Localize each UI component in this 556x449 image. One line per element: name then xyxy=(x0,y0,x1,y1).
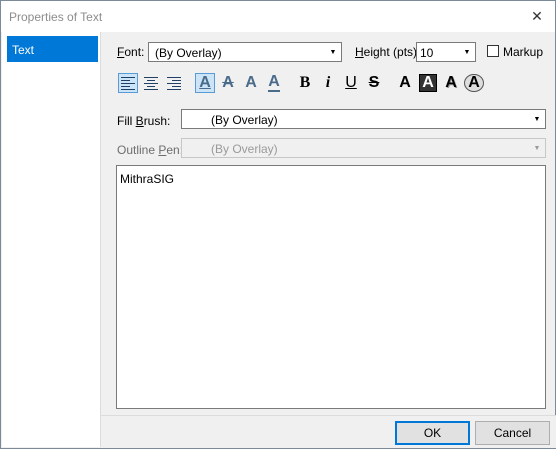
strikethrough-icon: S xyxy=(368,74,380,91)
bold-button[interactable]: B xyxy=(295,73,315,93)
dropdown-arrow-icon[interactable]: ▼ xyxy=(529,139,545,157)
underline-button[interactable]: U xyxy=(341,73,361,93)
outline-pen-value: (By Overlay) xyxy=(211,142,278,156)
italic-icon: i xyxy=(325,74,331,91)
markup-checkbox[interactable] xyxy=(487,45,499,57)
font-dropdown[interactable]: (By Overlay) ▼ xyxy=(148,42,342,62)
align-right-button[interactable] xyxy=(164,73,184,93)
sidebar: Text xyxy=(2,32,101,447)
text-style-underline-icon: A xyxy=(268,73,280,92)
fill-brush-dropdown[interactable]: (By Overlay) ▼ xyxy=(181,109,546,129)
window-title: Properties of Text xyxy=(9,10,103,24)
sidebar-item-text[interactable]: Text xyxy=(7,36,98,62)
outline-pen-dropdown[interactable]: (By Overlay) ▼ xyxy=(181,138,546,158)
text-content-input[interactable]: MithraSIG xyxy=(116,165,546,409)
markup-label: Markup xyxy=(503,45,544,59)
ok-button[interactable]: OK xyxy=(395,421,470,445)
effect-halo-button[interactable]: A xyxy=(464,73,484,93)
height-dropdown[interactable]: 10 ▼ xyxy=(416,42,476,62)
cancel-button[interactable]: Cancel xyxy=(475,421,550,445)
outline-pen-label: Outline Pen: xyxy=(117,143,184,157)
effect-plain-icon: A xyxy=(399,74,411,91)
text-style-strike-icon: A xyxy=(222,74,234,91)
dropdown-arrow-icon[interactable]: ▼ xyxy=(325,43,341,61)
font-value: (By Overlay) xyxy=(155,46,222,60)
font-label: Font: xyxy=(117,45,145,59)
title-bar: Properties of Text ✕ xyxy=(1,1,555,32)
effect-shadow-icon: A xyxy=(445,74,457,91)
height-value: 10 xyxy=(420,46,434,60)
text-style-raised-icon: A xyxy=(245,74,257,91)
close-icon[interactable]: ✕ xyxy=(519,1,555,32)
align-left-button[interactable] xyxy=(118,73,138,93)
sidebar-item-label: Text xyxy=(12,43,35,57)
dropdown-arrow-icon[interactable]: ▼ xyxy=(459,43,475,61)
align-center-button[interactable] xyxy=(141,73,161,93)
height-label: Height (pts): xyxy=(355,45,421,59)
strikethrough-button[interactable]: S xyxy=(364,73,384,93)
text-style-plain-icon: A xyxy=(199,74,211,91)
text-style-raised-button[interactable]: A xyxy=(241,73,261,93)
align-center-icon xyxy=(144,77,158,90)
effect-boxed-icon: A xyxy=(419,74,437,92)
cancel-label: Cancel xyxy=(493,426,532,440)
align-left-icon xyxy=(121,77,135,90)
ok-label: OK xyxy=(423,426,442,440)
bold-icon: B xyxy=(299,74,311,91)
text-style-underline-button[interactable]: A xyxy=(264,73,284,93)
effect-shadow-button[interactable]: A xyxy=(441,73,461,93)
italic-button[interactable]: i xyxy=(318,73,338,93)
text-content-value: MithraSIG xyxy=(120,172,175,186)
effect-halo-icon: A xyxy=(464,74,484,92)
fill-brush-label: Fill Brush: xyxy=(117,114,171,128)
align-right-icon xyxy=(167,77,181,90)
text-style-strike-button[interactable]: A xyxy=(218,73,238,93)
dropdown-arrow-icon[interactable]: ▼ xyxy=(529,110,545,128)
properties-dialog: Properties of Text ✕ Text Font: (By Over… xyxy=(0,0,556,449)
fill-brush-value: (By Overlay) xyxy=(211,113,278,127)
effect-plain-button[interactable]: A xyxy=(395,73,415,93)
effect-boxed-button[interactable]: A xyxy=(418,73,438,93)
text-style-plain-button[interactable]: A xyxy=(195,73,215,93)
underline-icon: U xyxy=(345,74,357,91)
